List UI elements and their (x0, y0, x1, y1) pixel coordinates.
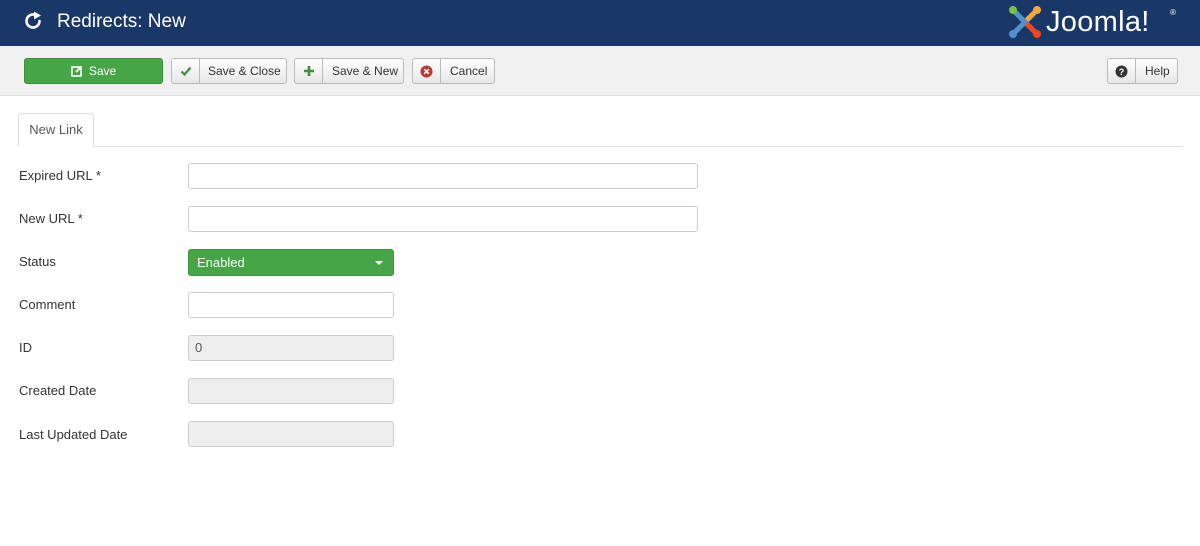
check-icon (180, 66, 191, 77)
brand-name: Joomla! (1046, 6, 1150, 38)
chevron-down-icon (375, 261, 383, 265)
comment-label: Comment (19, 297, 76, 312)
new-url-field[interactable] (188, 206, 698, 232)
id-label: ID (19, 340, 32, 355)
new-url-label: New URL * (19, 211, 83, 226)
help-label: Help (1145, 64, 1170, 78)
last-updated-date-label: Last Updated Date (19, 427, 128, 442)
save-button[interactable]: Save (24, 58, 163, 84)
refresh-icon (25, 11, 41, 29)
tab-new-link[interactable]: New Link (18, 113, 94, 147)
status-select[interactable]: Enabled (188, 249, 394, 276)
expired-url-label: Expired URL * (19, 168, 101, 183)
tab-bar: New Link (18, 113, 1182, 147)
save-new-button[interactable]: Save & New (294, 58, 404, 84)
comment-field[interactable] (188, 292, 394, 318)
save-close-label: Save & Close (208, 64, 281, 78)
brand-registered-mark: ® (1170, 8, 1176, 17)
question-circle-icon: ? (1115, 65, 1128, 77)
app-header: Redirects: New Joomla! ® (0, 0, 1200, 46)
joomla-logo-icon (1009, 6, 1041, 38)
save-close-button[interactable]: Save & Close (171, 58, 287, 84)
status-label: Status (19, 254, 56, 269)
help-button[interactable]: ? Help (1107, 58, 1178, 84)
plus-icon (303, 66, 314, 76)
save-new-label: Save & New (332, 64, 399, 78)
status-selected-value: Enabled (197, 255, 245, 270)
cancel-circle-icon (420, 65, 433, 77)
created-date-label: Created Date (19, 383, 97, 398)
edit-icon (71, 65, 83, 77)
id-field: 0 (188, 335, 394, 361)
last-updated-date-field (188, 421, 394, 447)
toolbar: Save Save & Close Save & New Cancel ? He… (0, 46, 1200, 96)
save-button-label: Save (88, 64, 117, 78)
created-date-field (188, 378, 394, 404)
cancel-label: Cancel (450, 64, 488, 78)
svg-text:?: ? (1119, 67, 1125, 77)
cancel-button[interactable]: Cancel (412, 58, 495, 84)
page-title: Redirects: New (57, 11, 186, 32)
expired-url-field[interactable] (188, 163, 698, 189)
